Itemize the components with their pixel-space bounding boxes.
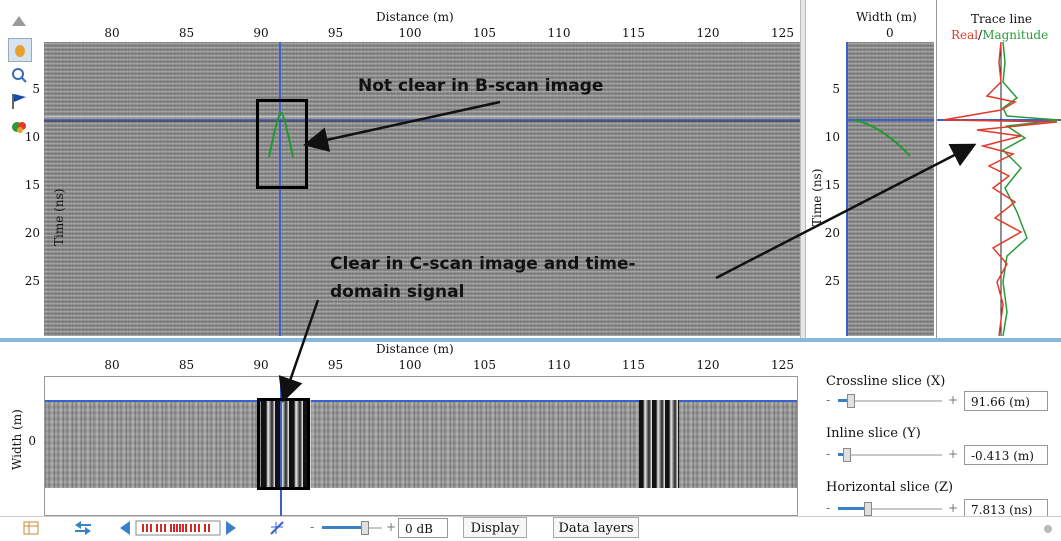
gain-value[interactable]: 0 dB xyxy=(398,518,448,538)
table-icon[interactable] xyxy=(20,517,42,539)
gain-knob[interactable] xyxy=(361,521,369,535)
crossline-slider[interactable]: - + xyxy=(826,390,958,412)
horizontal-fill xyxy=(838,507,867,510)
inline-plus[interactable]: + xyxy=(948,447,958,461)
inline-track xyxy=(838,454,942,456)
crossline-value[interactable]: 91.66 (m) xyxy=(964,391,1048,411)
bottom-toolbar: - + 0 dB Display Data layers xyxy=(0,516,1061,539)
inline-minus[interactable]: - xyxy=(826,447,830,461)
gain-slider[interactable]: - + xyxy=(310,517,396,539)
crossline-knob[interactable] xyxy=(847,394,855,408)
crossline-minus[interactable]: - xyxy=(826,393,830,407)
horizontal-minus[interactable]: - xyxy=(826,501,830,515)
crossline-label: Crossline slice (X) xyxy=(826,374,946,389)
data-layers-button[interactable]: Data layers xyxy=(553,517,639,538)
swap-icon[interactable] xyxy=(72,517,94,539)
inline-knob[interactable] xyxy=(843,448,851,462)
pan-control[interactable] xyxy=(118,519,238,537)
inline-slider[interactable]: - + xyxy=(826,444,958,466)
slice-controls: Crossline slice (X) - + 91.66 (m) Inline… xyxy=(806,342,1061,519)
gain-minus[interactable]: - xyxy=(310,520,314,534)
crossline-plus[interactable]: + xyxy=(948,393,958,407)
arrow-to-trace xyxy=(715,143,977,280)
horizontal-plus[interactable]: + xyxy=(948,501,958,515)
arrow-to-bscan-box xyxy=(303,100,501,152)
arrow-to-cscan-box xyxy=(278,299,320,403)
display-button[interactable]: Display xyxy=(463,517,527,538)
inline-label: Inline slice (Y) xyxy=(826,426,921,441)
gain-plus[interactable]: + xyxy=(386,520,396,534)
horizontal-knob[interactable] xyxy=(864,502,872,516)
gain-fill xyxy=(322,526,364,529)
inline-value[interactable]: -0.413 (m) xyxy=(964,445,1048,465)
resize-grip-icon[interactable] xyxy=(1044,525,1052,533)
measure-icon[interactable] xyxy=(266,517,288,539)
horizontal-label: Horizontal slice (Z) xyxy=(826,480,954,495)
